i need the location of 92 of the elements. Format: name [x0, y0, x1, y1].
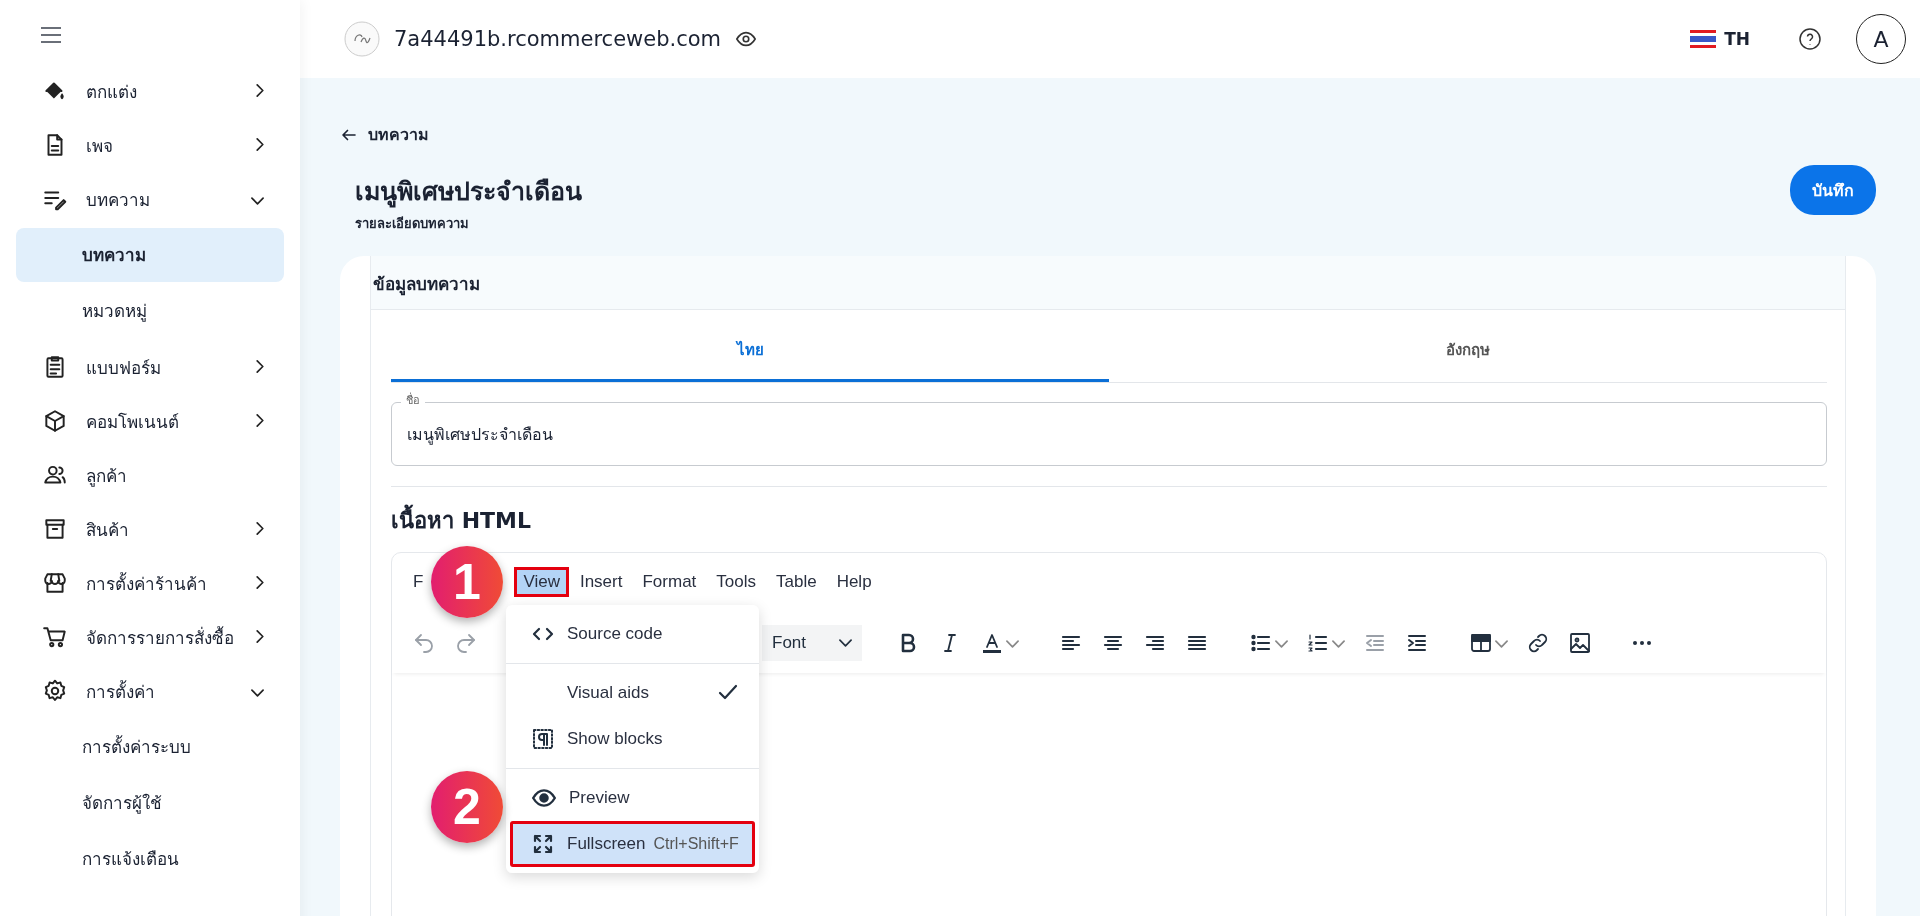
sidebar-item-label: คอมโพเนนต์ [86, 410, 180, 434]
help-icon[interactable] [1798, 27, 1822, 51]
sidebar-item[interactable]: จัดการรายการสั่งซื้อ [16, 610, 284, 664]
logo-icon [344, 21, 380, 57]
sidebar-subitem[interactable]: หมวดหมู่ [16, 284, 284, 338]
sidebar-item[interactable]: บทความ [16, 172, 284, 226]
sidebar-item[interactable]: คอมโพเนนต์ [16, 394, 284, 448]
shortcut-label: Ctrl+Shift+F [653, 835, 739, 853]
language-tab[interactable]: ไทย [391, 324, 1109, 382]
more-icon [1632, 640, 1652, 646]
sidebar-item-label: เพจ [86, 134, 114, 158]
font-dropdown[interactable]: Font [762, 625, 862, 661]
sidebar-subitem[interactable]: บทความ [16, 228, 284, 282]
undo-icon [412, 631, 436, 655]
sidebar-item-label: สินค้า [86, 518, 130, 542]
cube-icon [42, 408, 68, 434]
menu-item[interactable]: Visual aids [510, 670, 755, 716]
sidebar-subitem[interactable]: จัดการผู้ใช้ [16, 776, 284, 830]
menubar-item[interactable]: Format [633, 567, 706, 597]
menu-item[interactable]: Show blocks [510, 716, 755, 762]
sidebar-subitem[interactable]: การแจ้งเตือน [16, 832, 284, 886]
menubar-item[interactable]: F [406, 567, 431, 597]
section-title: ข้อมูลบทความ [372, 274, 480, 294]
menu-item-label: Source code [567, 624, 663, 644]
field-value: เมนูพิเศษประจำเดือน [407, 423, 553, 447]
menu-icon[interactable] [40, 26, 62, 44]
sidebar-item[interactable]: ตกแต่ง [16, 64, 284, 118]
flag-icon [1690, 30, 1717, 48]
site-domain: 7a44491b.rcommerceweb.com [394, 27, 722, 51]
table-icon [1469, 631, 1493, 655]
chevron-icon [256, 576, 264, 589]
archive-box-icon [42, 516, 68, 542]
caret-icon [1006, 639, 1019, 648]
back-link[interactable]: บทความ [340, 122, 429, 147]
caret-icon [1495, 639, 1508, 648]
step-badge: 2 [431, 771, 503, 843]
sidebar-item-label: ลูกค้า [86, 464, 128, 489]
menu-item-label: Preview [569, 788, 630, 808]
chevron-icon [251, 197, 264, 205]
menubar-item[interactable]: View [514, 567, 569, 597]
page-title: เมนูพิเศษประจำเดือน [355, 176, 582, 210]
caret-icon [1332, 639, 1345, 648]
sidebar-item-label: การตั้งค่า [86, 679, 156, 704]
sidebar-item[interactable]: แบบฟอร์ม [16, 340, 284, 394]
menu-item[interactable]: Preview [510, 775, 755, 821]
sidebar-item[interactable]: ลูกค้า [16, 448, 284, 502]
sidebar-item[interactable]: เพจ [16, 118, 284, 172]
page-subtitle: รายละเอียดบทความ [355, 215, 470, 233]
content-heading: เนื้อหา HTML [391, 503, 1827, 538]
sidebar-item-label: บทความ [86, 188, 151, 212]
sidebar-item-label: ตกแต่ง [86, 80, 138, 104]
name-field[interactable]: ชื่อ เมนูพิเศษประจำเดือน [391, 393, 1827, 466]
redo-icon [454, 631, 478, 655]
settings-icon [42, 678, 68, 704]
menubar-item[interactable]: Insert [570, 567, 632, 597]
menubar-item[interactable]: Tools [707, 567, 765, 597]
chevron-icon [256, 84, 264, 97]
chevron-icon [256, 522, 264, 535]
sidebar-subitem[interactable]: การตั้งค่าระบบ [16, 720, 284, 774]
text-color-icon [980, 631, 1004, 655]
save-button[interactable]: บันทึก [1790, 165, 1876, 215]
avatar[interactable]: A [1856, 14, 1906, 64]
language-label[interactable]: TH [1724, 29, 1750, 49]
menu-item[interactable]: Fullscreen Ctrl+Shift+F [510, 821, 755, 867]
chevron-icon [256, 630, 264, 643]
sidebar-item[interactable]: การตั้งค่า [16, 664, 284, 718]
link-icon [1526, 631, 1550, 655]
menubar-item[interactable]: Table [767, 567, 826, 597]
image-icon [1568, 631, 1592, 655]
chevron-icon [256, 414, 264, 427]
menu-item-label: Visual aids [567, 683, 649, 703]
chevron-icon [251, 689, 264, 697]
storefront-icon [42, 570, 68, 596]
sidebar-item-label: จัดการรายการสั่งซื้อ [86, 625, 235, 650]
back-link-label[interactable]: บทความ [368, 122, 429, 147]
menu-item-label: Fullscreen [567, 834, 646, 854]
show-blocks-icon [531, 727, 555, 751]
caret-icon [839, 639, 852, 647]
chevron-icon [256, 138, 264, 151]
language-tab[interactable]: อังกฤษ [1109, 324, 1827, 382]
caret-icon [1275, 639, 1288, 648]
sidebar-item[interactable]: สินค้า [16, 502, 284, 556]
menu-item-label: Show blocks [567, 729, 663, 749]
sidebar-item-label: แบบฟอร์ม [86, 356, 162, 380]
step-badge: 1 [431, 546, 503, 618]
fullscreen-icon [531, 832, 555, 856]
cart-icon [42, 624, 68, 650]
menubar-item[interactable]: Help [827, 567, 881, 597]
menu-item[interactable]: Source code [510, 611, 755, 657]
chevron-icon [256, 360, 264, 373]
sidebar-item-label: การตั้งค่าร้านค้า [86, 571, 208, 596]
sidebar-item[interactable]: การตั้งค่าร้านค้า [16, 556, 284, 610]
